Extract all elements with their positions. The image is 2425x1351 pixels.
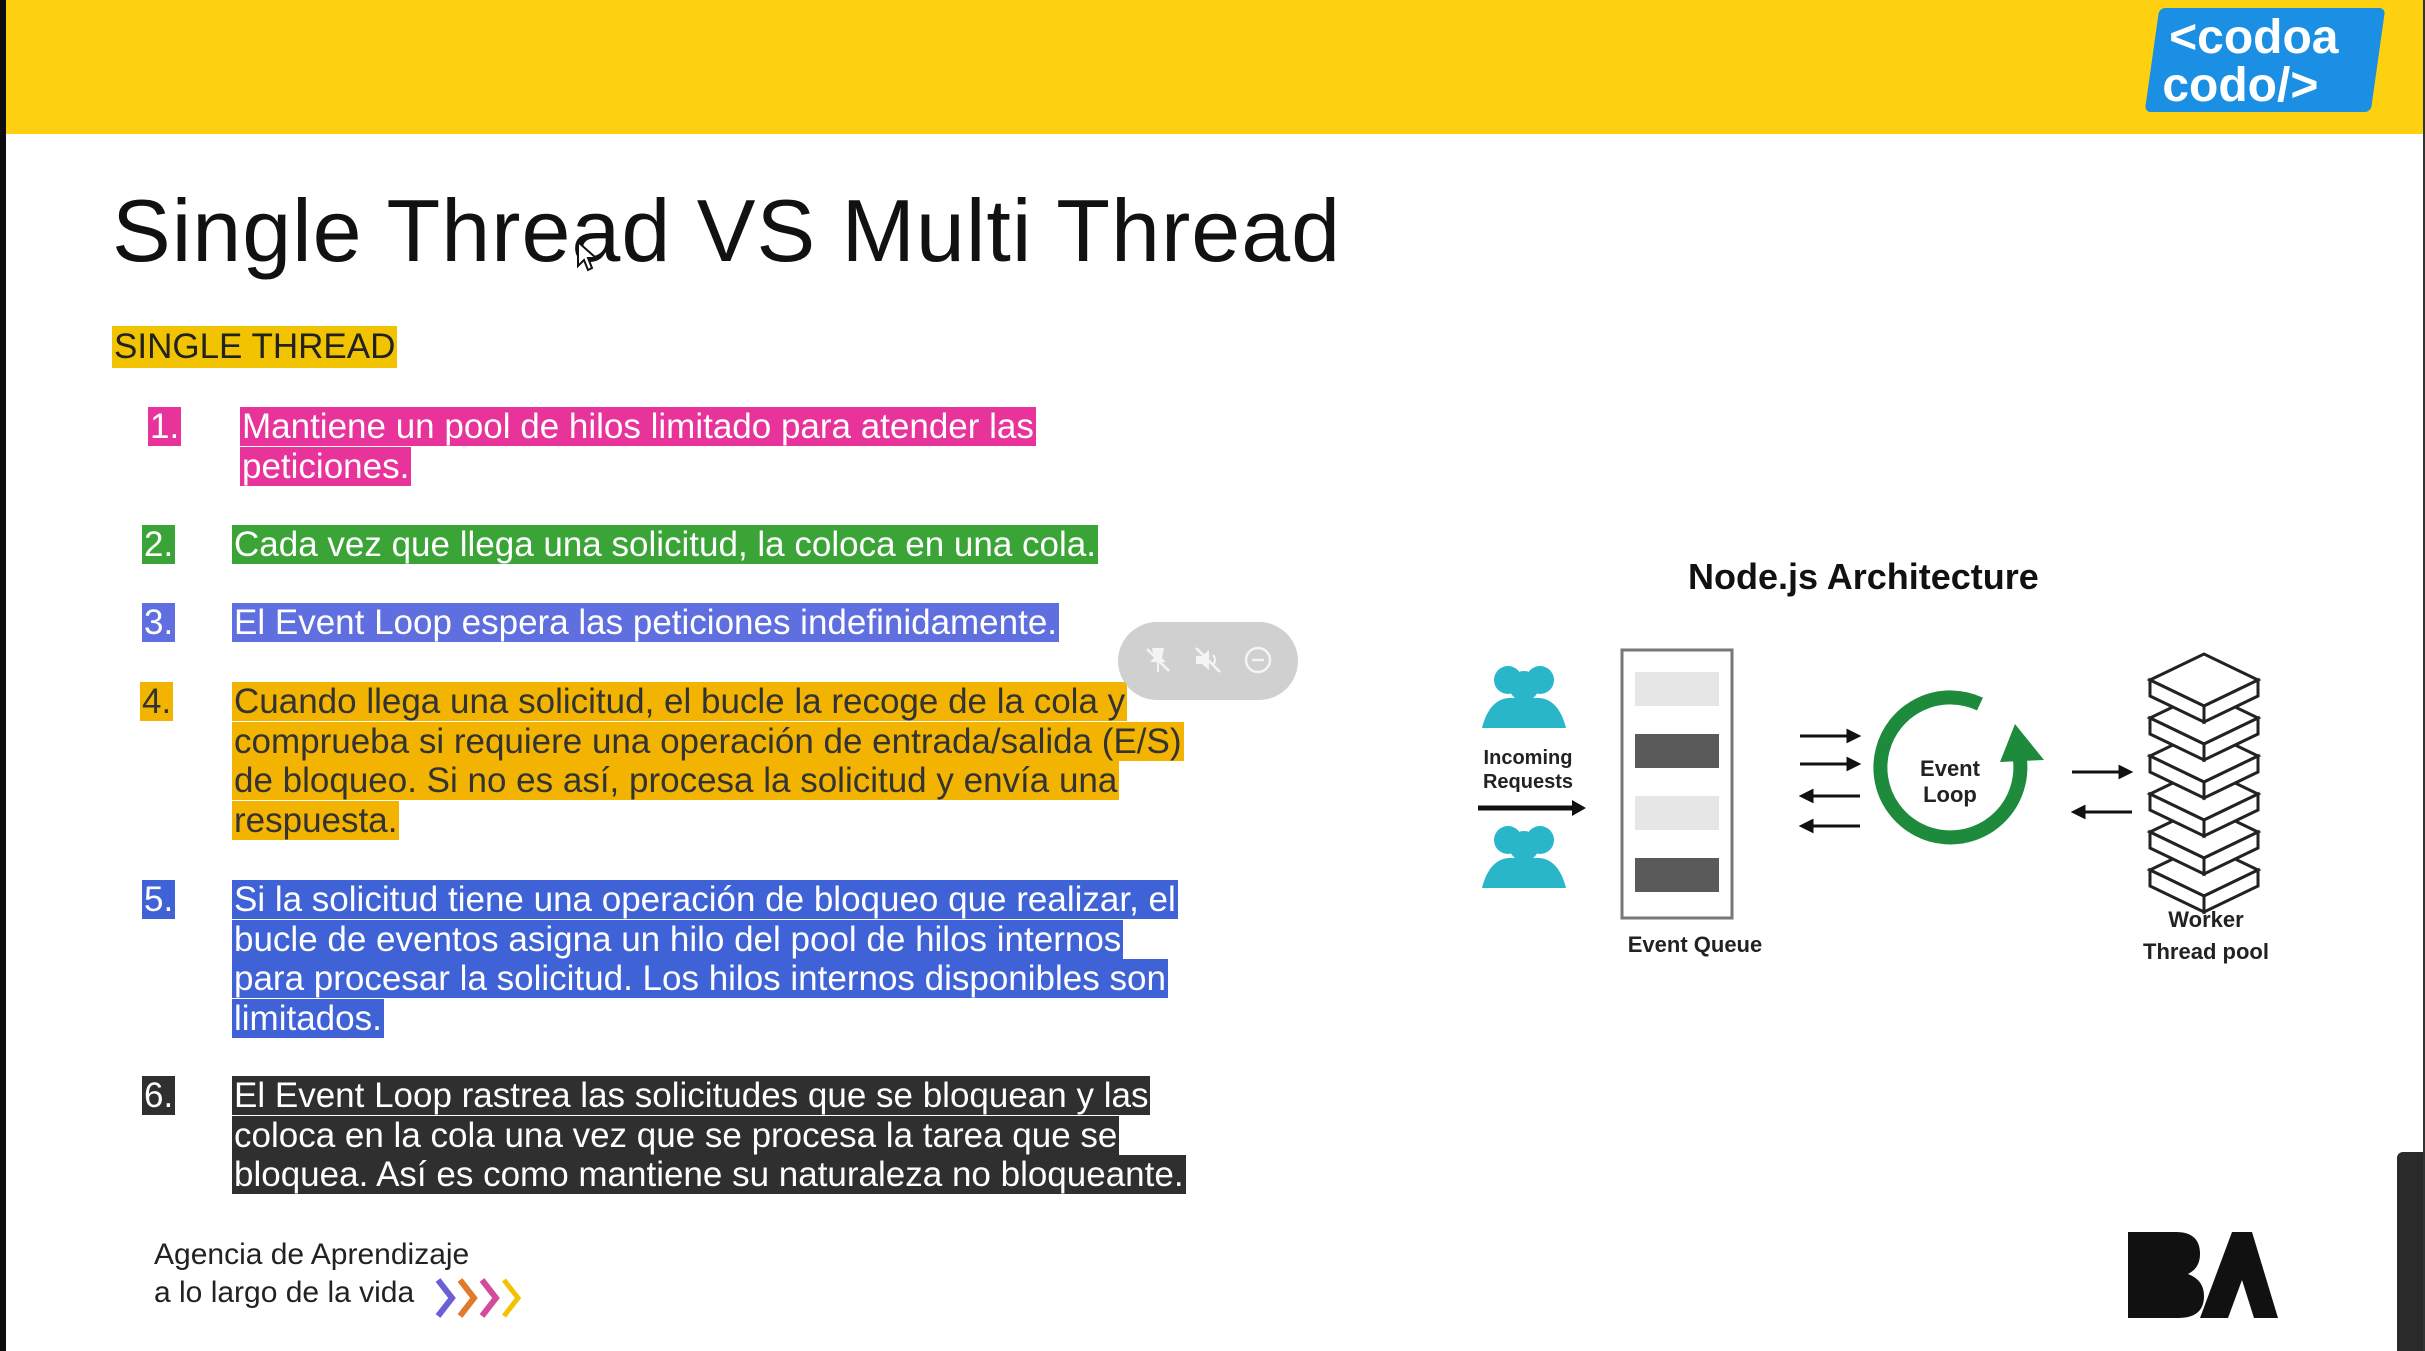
item-text-line: coloca en la cola una vez que se procesa…: [232, 1115, 1120, 1155]
scrollbar-thumb[interactable]: [2397, 1152, 2423, 1351]
item-number: 2.: [142, 525, 176, 564]
item-text-line: Cada vez que llega una solicitud, la col…: [232, 525, 1098, 564]
pin-off-icon[interactable]: [1142, 644, 1174, 676]
item-number: 6.: [142, 1076, 176, 1115]
minus-circle-icon[interactable]: [1242, 644, 1274, 676]
users-icon: [1482, 666, 1566, 728]
logo-line-1: <codoa: [2169, 11, 2339, 64]
event-loop-line-2: Loop: [1923, 782, 1977, 807]
worker-line-1: Worker: [2168, 907, 2244, 932]
item-text-line: Mantiene un pool de hilos limitado para …: [240, 407, 1036, 446]
event-loop-line-1: Event: [1920, 756, 1980, 781]
item-number: 1.: [148, 407, 182, 446]
agency-line-2: a lo largo de la vida: [154, 1276, 415, 1309]
item-text-line: comprueba si requiere una operación de e…: [232, 721, 1184, 761]
users-icon: [1482, 826, 1566, 888]
agency-line-1: Agencia de Aprendizaje: [154, 1238, 470, 1271]
presenter-controls: [1118, 622, 1298, 700]
logo-line-2: codo/>: [2162, 59, 2319, 112]
event-queue-label: Event Queue: [1627, 932, 1763, 957]
diagram-title: Node.js Architecture: [1688, 556, 2039, 597]
item-number: 3.: [142, 603, 176, 642]
item-text-line: respuesta.: [232, 800, 400, 840]
item-text-line: para procesar la solicitud. Los hilos in…: [232, 959, 1168, 998]
left-frame-edge: [0, 0, 6, 1351]
item-text-line: Cuando llega una solicitud, el bucle la …: [232, 682, 1128, 721]
incoming-line-2: Requests: [1482, 771, 1574, 793]
item-number: 5.: [142, 880, 176, 919]
volume-off-icon[interactable]: [1192, 644, 1224, 676]
agency-label: Agencia de Aprendizaje a lo largo de la …: [154, 1236, 469, 1312]
worker-stack-icon: [2146, 652, 2262, 915]
slide-title: Single Thread VS Multi Thread: [112, 181, 1342, 280]
item-text-line: de bloqueo. Si no es así, procesa la sol…: [232, 761, 1120, 800]
bidirectional-arrows-icon: [1798, 728, 1862, 834]
bidirectional-arrows-icon: [2070, 764, 2134, 820]
worker-thread-pool-label: Worker Thread pool: [2116, 904, 2296, 968]
mouse-cursor-icon: [577, 240, 599, 272]
item-text-line: El Event Loop rastrea las solicitudes qu…: [232, 1076, 1151, 1115]
item-text-line: El Event Loop espera las peticiones inde…: [232, 603, 1060, 642]
worker-line-2: Thread pool: [2143, 939, 2269, 964]
header-bar: [6, 0, 2425, 134]
item-text-line: bloquea. Así es como mantiene su natural…: [232, 1155, 1186, 1194]
item-text-line: peticiones.: [240, 446, 412, 486]
item-text-line: Si la solicitud tiene una operación de b…: [232, 880, 1178, 919]
chevrons-icon: [435, 1278, 522, 1318]
arrow-right-icon: [1478, 800, 1586, 816]
item-number: 4.: [140, 682, 174, 721]
event-queue-box: [1620, 648, 1734, 920]
section-label: SINGLE THREAD: [112, 326, 398, 368]
codoacodo-logo: <codoa codo/>: [2144, 8, 2386, 112]
item-text-line: limitados.: [232, 998, 384, 1038]
ba-logo: [2128, 1232, 2278, 1318]
item-text-line: bucle de eventos asigna un hilo del pool…: [232, 919, 1124, 959]
incoming-requests-label: Incoming Requests: [1470, 746, 1586, 794]
incoming-line-1: Incoming: [1483, 747, 1573, 769]
event-loop-label: Event Loop: [1910, 756, 1990, 808]
